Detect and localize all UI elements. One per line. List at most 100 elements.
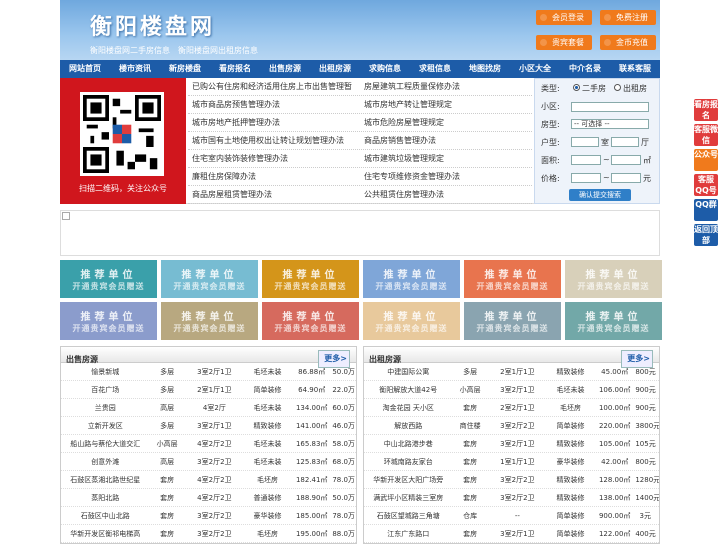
recommend-title: 推荐单位	[181, 312, 238, 323]
recommend-title: 推荐单位	[80, 312, 137, 323]
recommend-slot[interactable]: 推荐单位 开通贵宾会员赠送	[363, 260, 460, 298]
table-row[interactable]: 华新开发区大阳广场旁 套房 3室2厅2卫 精致装修 128.00㎡ 1280元	[364, 471, 659, 489]
area-min-input[interactable]	[571, 155, 601, 165]
policy-link[interactable]: 住宅室内装饰装修管理办法	[188, 150, 360, 167]
cell: 蒸阳北路	[91, 494, 120, 502]
recommend-slot[interactable]: 推荐单位 开通贵宾会员赠送	[161, 302, 258, 340]
table-row[interactable]: 创意外滩 高层 3室2厅2卫 毛坯未装 125.83㎡ 68.0万	[61, 453, 356, 471]
price-max-input[interactable]	[611, 173, 641, 183]
recommend-slot[interactable]: 推荐单位 开通贵宾会员赠送	[262, 302, 359, 340]
policy-link[interactable]: 已购公有住房和经济适用住房上市出售管理暂	[188, 78, 360, 95]
radio-rental[interactable]	[614, 84, 621, 91]
sidebar-button[interactable]: 客服QQ号	[694, 174, 718, 196]
table-row[interactable]: 愉景新城 多层 3室2厅1卫 毛坯未装 86.88㎡ 50.0万	[61, 363, 356, 381]
policy-link[interactable]: 城市建筑垃圾管理规定	[360, 150, 532, 167]
site-logo[interactable]: 衡阳楼盘网	[90, 9, 215, 41]
district-input[interactable]	[571, 102, 649, 112]
policy-link[interactable]: 商品房屋租赁管理办法	[188, 186, 360, 203]
table-row[interactable]: 石鼓区望城路三角塘 仓库 -- 简单装修 900.00㎡ 3元	[364, 507, 659, 525]
policy-link[interactable]: 城市危险房屋管理规定	[360, 114, 532, 131]
sale-title: 出售房源	[66, 355, 98, 364]
cell: 精致装修	[253, 422, 282, 430]
sale-more-link[interactable]: 更多>	[318, 350, 350, 368]
nav-item[interactable]: 出售房源	[260, 60, 310, 78]
policy-link[interactable]: 城市商品房预售管理办法	[188, 96, 360, 113]
rent-panel: 出租房源 更多> 中建国际公寓 多层 2室1厅1卫 精致装修 45.00㎡ 800元 衡阳解放…	[363, 346, 660, 544]
table-row[interactable]: 江东广东路口 套房 3室2厅1卫 简单装修 122.00㎡ 400元	[364, 525, 659, 543]
recommend-slot[interactable]: 推荐单位 开通贵宾会员赠送	[464, 260, 561, 298]
nav-item[interactable]: 楼市资讯	[110, 60, 160, 78]
table-row[interactable]: 船山路与蔡伦大道交汇 小高层 4室2厅2卫 毛坯未装 165.83㎡ 58.0万	[61, 435, 356, 453]
recommend-slot[interactable]: 推荐单位 开通贵宾会员赠送	[565, 302, 662, 340]
recommend-slot[interactable]: 推荐单位 开通贵宾会员赠送	[60, 260, 157, 298]
table-row[interactable]: 立新开发区 多层 3室2厅1卫 精致装修 141.00㎡ 46.0万	[61, 417, 356, 435]
vip-package-button[interactable]: 贵宾套餐	[536, 35, 592, 50]
recommend-slot[interactable]: 推荐单位 开通贵宾会员赠送	[60, 302, 157, 340]
nav-item[interactable]: 联系客服	[610, 60, 660, 78]
recommend-slot[interactable]: 推荐单位 开通贵宾会员赠送	[363, 302, 460, 340]
table-row[interactable]: 蒸阳北路 套房 4室2厅2卫 普通装修 188.90㎡ 50.0万	[61, 489, 356, 507]
policy-link[interactable]: 城市房地产抵押管理办法	[188, 114, 360, 131]
cell: 165.83㎡	[295, 440, 328, 448]
sidebar-button[interactable]: 看房报名	[694, 99, 718, 121]
radio-secondhand[interactable]	[573, 84, 580, 91]
recommend-slot[interactable]: 推荐单位 开通贵宾会员赠送	[565, 260, 662, 298]
nav-item[interactable]: 网站首页	[60, 60, 110, 78]
cell: 46.0万	[332, 422, 355, 430]
table-row[interactable]: 环城南路友家台 套房 1室1厅1卫 豪华装修 42.00㎡ 800元	[364, 453, 659, 471]
cell: 188.90㎡	[295, 494, 328, 502]
house-type-select[interactable]: -- 可选择 --	[571, 119, 649, 129]
nav-item[interactable]: 小区大全	[510, 60, 560, 78]
cell: 3室2厅2卫	[500, 422, 535, 430]
nav-item[interactable]: 新房楼盘	[160, 60, 210, 78]
table-row[interactable]: 石鼓区中山北路 套房 3室2厅2卫 豪华装修 185.00㎡ 78.0万	[61, 507, 356, 525]
top-section: 扫描二维码，关注公众号 已购公有住房和经济适用住房上市出售管理暂 房屋建筑工程质量…	[60, 78, 660, 204]
nav-item[interactable]: 出租房源	[310, 60, 360, 78]
table-row[interactable]: 兰贵园 高层 4室2厅 毛坯未装 134.00㎡ 60.0万	[61, 399, 356, 417]
sidebar-button[interactable]: 客服微信	[694, 124, 718, 146]
recommend-slot[interactable]: 推荐单位 开通贵宾会员赠送	[161, 260, 258, 298]
policy-link[interactable]: 商品房销售管理办法	[360, 132, 532, 149]
area-unit: ㎡	[643, 156, 651, 165]
nav-item[interactable]: 求租信息	[410, 60, 460, 78]
coin-recharge-button[interactable]: 金币充值	[600, 35, 656, 50]
room-select[interactable]	[571, 137, 599, 147]
sidebar-button[interactable]: 公众号	[694, 149, 718, 171]
rent-more-link[interactable]: 更多>	[621, 350, 653, 368]
policy-link[interactable]: 廉租住房保障办法	[188, 168, 360, 185]
table-row[interactable]: 中建国际公寓 多层 2室1厅1卫 精致装修 45.00㎡ 800元	[364, 363, 659, 381]
price-min-input[interactable]	[571, 173, 601, 183]
register-button[interactable]: 免费注册	[600, 10, 656, 25]
qr-caption: 扫描二维码，关注公众号	[79, 184, 167, 193]
policy-link[interactable]: 住宅专项维修资金管理办法	[360, 168, 532, 185]
nav-item[interactable]: 看房报名	[210, 60, 260, 78]
policy-link[interactable]: 城市房地产转让管理规定	[360, 96, 532, 113]
table-row[interactable]: 解放西路 商住楼 3室2厅2卫 简单装修 220.00㎡ 3800元	[364, 417, 659, 435]
table-row[interactable]: 石鼓区蒸湘北路世纪星 套房 4室2厅2卫 毛坯房 182.41㎡ 78.0万	[61, 471, 356, 489]
sidebar-button[interactable]: 返回顶部	[694, 224, 718, 246]
recommend-title: 推荐单位	[80, 270, 137, 281]
banner-ad[interactable]	[60, 210, 660, 256]
nav-item[interactable]: 中介名录	[560, 60, 610, 78]
search-submit-button[interactable]: 确认提交搜索	[569, 189, 631, 201]
policy-link[interactable]: 公共租赁住房管理办法	[360, 186, 532, 203]
recommend-slot[interactable]: 推荐单位 开通贵宾会员赠送	[262, 260, 359, 298]
hall-select[interactable]	[611, 137, 639, 147]
policy-link[interactable]: 房屋建筑工程质量保修办法	[360, 78, 532, 95]
table-row[interactable]: 华新开发区衡祁电梯高 套房 3室2厅2卫 毛坯房 195.00㎡ 88.0万	[61, 525, 356, 543]
area-max-input[interactable]	[611, 155, 641, 165]
cell: 105元	[635, 440, 656, 448]
nav-item[interactable]: 地图找房	[460, 60, 510, 78]
table-row[interactable]: 衡阳解放大道42号 小高层 3室2厅1卫 毛坯未装 106.00㎡ 900元	[364, 381, 659, 399]
table-row[interactable]: 淘金花园 天小区 套房 2室2厅1卫 毛坯房 100.00㎡ 900元	[364, 399, 659, 417]
policy-link[interactable]: 城市国有土地使用权出让转让规划管理办法	[188, 132, 360, 149]
nav-item[interactable]: 求购信息	[360, 60, 410, 78]
recommend-slot[interactable]: 推荐单位 开通贵宾会员赠送	[464, 302, 561, 340]
login-button[interactable]: 会员登录	[536, 10, 592, 25]
table-row[interactable]: 百花广场 多层 2室1厅1卫 简单装修 64.90㎡ 22.0万	[61, 381, 356, 399]
sidebar-button[interactable]: QQ群	[694, 199, 718, 221]
listings: 出售房源 更多> 愉景新城 多层 3室2厅1卫 毛坯未装 86.88㎡ 50.0万 百花广场多…	[60, 346, 660, 544]
table-row[interactable]: 满武坪小区精装三室房 套房 3室2厅2卫 精致装修 138.00㎡ 1400元	[364, 489, 659, 507]
table-row[interactable]: 中山北路港步巷 套房 3室2厅1卫 精致装修 105.00㎡ 105元	[364, 435, 659, 453]
cell: 套房	[463, 458, 478, 466]
